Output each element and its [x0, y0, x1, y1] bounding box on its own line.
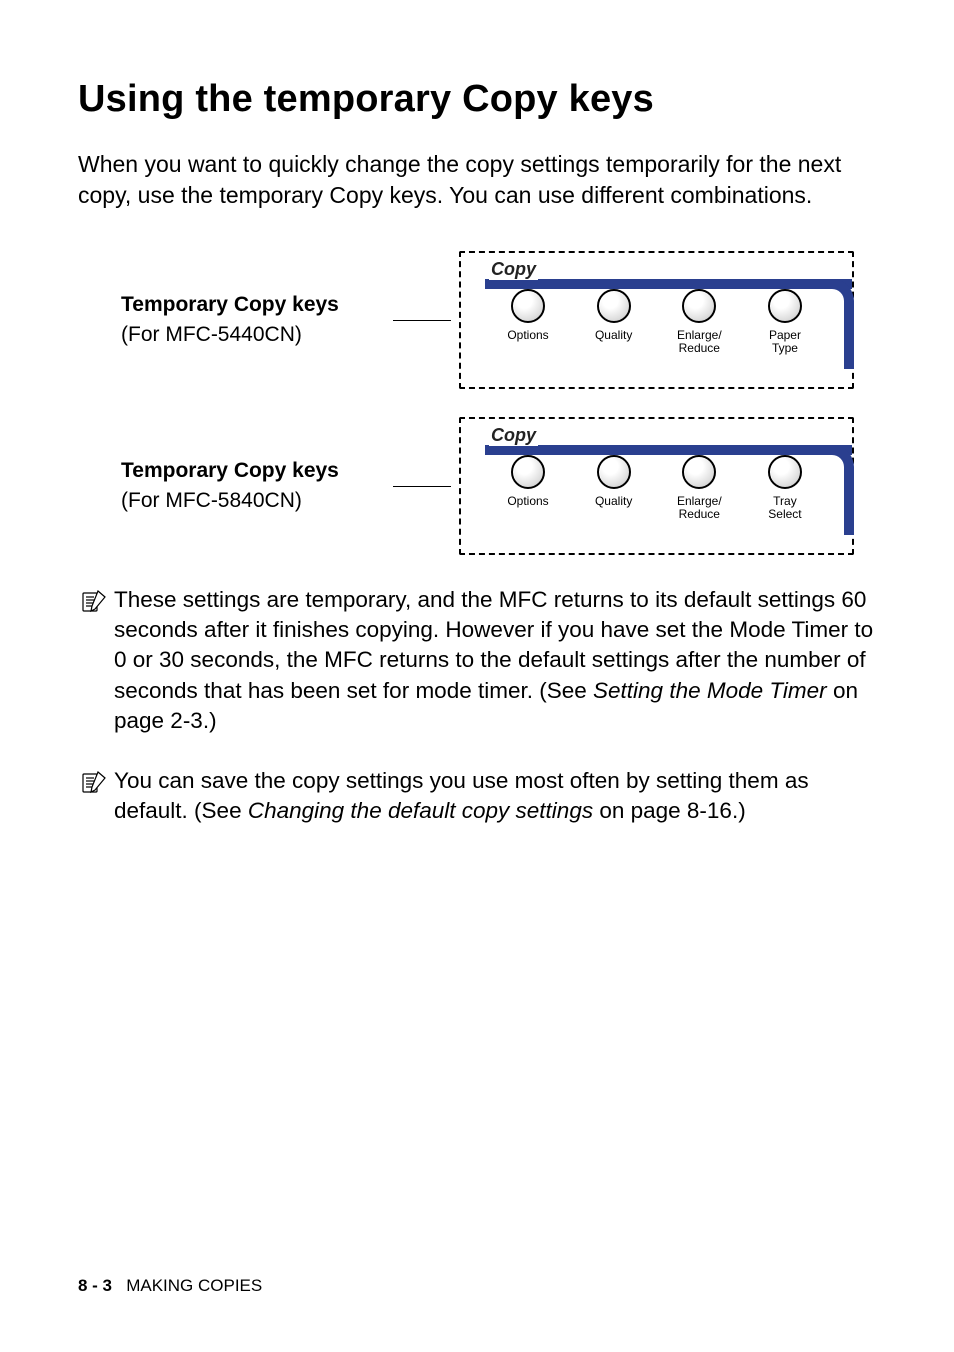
keypanel-row: Temporary Copy keys (For MFC-5440CN) Cop… [78, 251, 879, 389]
note-block: You can save the copy settings you use m… [78, 766, 879, 826]
note-link: Changing the default copy settings [248, 798, 593, 823]
section-title: MAKING COPIES [126, 1276, 262, 1295]
button-label: Quality [595, 329, 632, 342]
note-icon [78, 768, 114, 803]
connector-line [393, 486, 451, 487]
connector-line [393, 320, 451, 321]
button-icon [597, 455, 631, 489]
note-text-post: on page 8-16.) [593, 798, 746, 823]
copy-label: Copy [489, 425, 538, 446]
button-icon [511, 289, 545, 323]
button-icon [511, 455, 545, 489]
note-text: These settings are temporary, and the MF… [114, 585, 879, 736]
button-icon [768, 455, 802, 489]
copy-button-options: Options [491, 289, 565, 355]
copy-button-enlarge-reduce: Enlarge/ Reduce [662, 289, 736, 355]
button-label: Enlarge/ Reduce [677, 495, 722, 521]
button-label: Paper Type [769, 329, 801, 355]
copy-button-options: Options [491, 455, 565, 521]
copy-button-quality: Quality [577, 289, 651, 355]
keypanel-subtitle: (For MFC-5440CN) [121, 323, 393, 347]
note-icon [78, 587, 114, 622]
copy-button-quality: Quality [577, 455, 651, 521]
keypanel-subtitle: (For MFC-5840CN) [121, 489, 393, 513]
panel-band-tail [822, 279, 854, 369]
copy-button-paper-type: Paper Type [748, 289, 822, 355]
page-heading: Using the temporary Copy keys [78, 78, 879, 121]
panel-band-tail [822, 445, 854, 535]
copy-keys-panel: Copy Options Quality Enlarge/ Reduce Pap… [459, 251, 854, 389]
copy-button-tray-select: Tray Select [748, 455, 822, 521]
page-footer: 8 - 3 MAKING COPIES [78, 1276, 262, 1296]
button-label: Options [507, 495, 548, 508]
copy-keys-panel: Copy Options Quality Enlarge/ Reduce Tra… [459, 417, 854, 555]
copy-button-enlarge-reduce: Enlarge/ Reduce [662, 455, 736, 521]
keypanel-row: Temporary Copy keys (For MFC-5840CN) Cop… [78, 417, 879, 555]
copy-label: Copy [489, 259, 538, 280]
keypanel-title: Temporary Copy keys [121, 293, 393, 317]
button-label: Quality [595, 495, 632, 508]
button-icon [682, 289, 716, 323]
panel-band [485, 445, 852, 455]
intro-paragraph: When you want to quickly change the copy… [78, 149, 879, 211]
button-icon [597, 289, 631, 323]
panel-band [485, 279, 852, 289]
note-link: Setting the Mode Timer [593, 678, 827, 703]
button-icon [682, 455, 716, 489]
button-label: Tray Select [768, 495, 801, 521]
keypanel-title: Temporary Copy keys [121, 459, 393, 483]
note-block: These settings are temporary, and the MF… [78, 585, 879, 736]
note-text: You can save the copy settings you use m… [114, 766, 879, 826]
button-label: Options [507, 329, 548, 342]
page-number: 8 - 3 [78, 1276, 112, 1295]
button-label: Enlarge/ Reduce [677, 329, 722, 355]
button-icon [768, 289, 802, 323]
